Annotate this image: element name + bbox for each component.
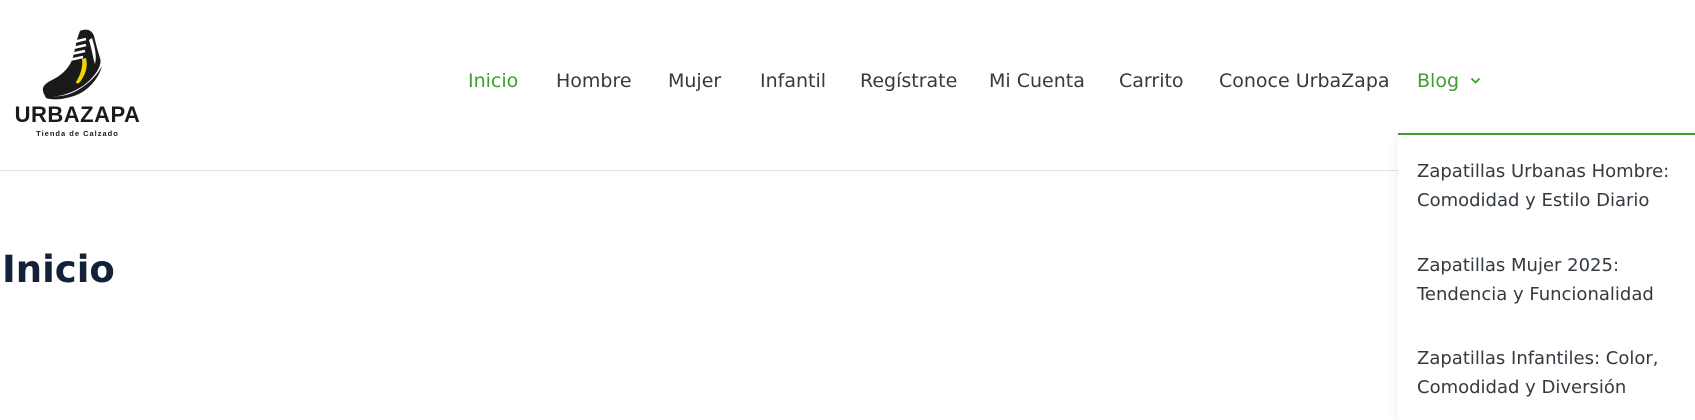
sneaker-icon: [42, 29, 102, 100]
logo-wordmark: URBAZAPA: [14, 102, 141, 127]
page-title: Inicio: [2, 248, 115, 291]
nav-item-carrito[interactable]: Carrito: [1119, 70, 1184, 92]
dropdown-item-zapatillas-infantiles[interactable]: Zapatillas Infantiles: Color, Comodidad …: [1417, 344, 1687, 402]
dropdown-item-zapatillas-hombre[interactable]: Zapatillas Urbanas Hombre: Comodidad y E…: [1417, 157, 1687, 215]
nav-item-infantil[interactable]: Infantil: [760, 70, 826, 92]
logo-tagline: Tienda de Calzado: [36, 129, 119, 138]
nav-item-inicio[interactable]: Inicio: [468, 70, 518, 92]
dropdown-item-line: Comodidad y Estilo Diario: [1417, 190, 1650, 211]
dropdown-item-line: Zapatillas Mujer 2025:: [1417, 255, 1620, 276]
blog-dropdown-menu: Zapatillas Urbanas Hombre: Comodidad y E…: [1398, 133, 1695, 420]
dropdown-item-line: Comodidad y Diversión: [1417, 377, 1627, 398]
site-logo[interactable]: URBAZAPA Tienda de Calzado: [10, 28, 145, 140]
nav-item-blog[interactable]: Blog: [1417, 70, 1481, 92]
dropdown-item-line: Tendencia y Funcionalidad: [1417, 284, 1654, 305]
dropdown-item-zapatillas-mujer[interactable]: Zapatillas Mujer 2025: Tendencia y Funci…: [1417, 251, 1687, 309]
nav-item-registrate[interactable]: Regístrate: [860, 70, 957, 92]
dropdown-item-line: Zapatillas Urbanas Hombre:: [1417, 161, 1670, 182]
nav-item-mujer[interactable]: Mujer: [668, 70, 721, 92]
nav-item-blog-label: Blog: [1417, 70, 1459, 92]
chevron-down-icon: [1470, 77, 1481, 84]
nav-item-conoce-urbazapa[interactable]: Conoce UrbaZapa: [1219, 70, 1390, 92]
nav-item-mi-cuenta[interactable]: Mi Cuenta: [989, 70, 1085, 92]
nav-item-hombre[interactable]: Hombre: [556, 70, 632, 92]
dropdown-item-line: Zapatillas Infantiles: Color,: [1417, 348, 1659, 369]
